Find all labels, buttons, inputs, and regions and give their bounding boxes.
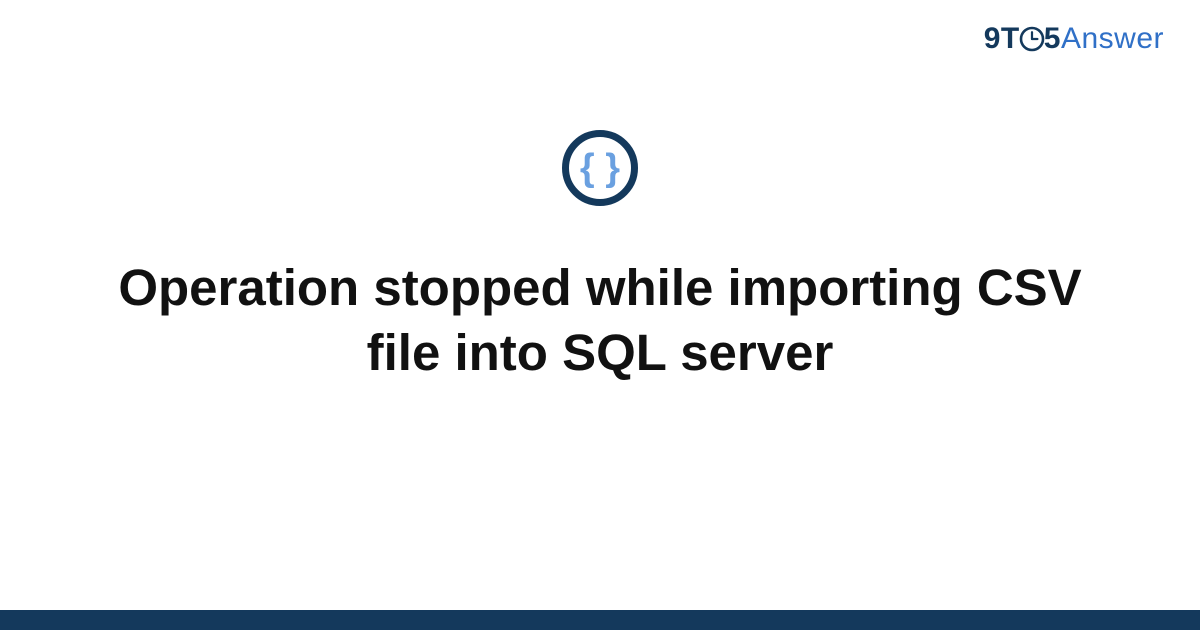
logo-suffix: Answer	[1061, 22, 1164, 55]
svg-text:{ }: { }	[580, 147, 620, 189]
logo-prefix: 9T	[984, 22, 1020, 55]
logo-mid: 5	[1044, 22, 1061, 55]
clock-icon	[1019, 26, 1045, 52]
page-title: Operation stopped while importing CSV fi…	[100, 255, 1100, 386]
code-braces-icon: { }	[561, 129, 639, 207]
site-logo: 9T 5Answer	[984, 22, 1164, 56]
footer-bar	[0, 610, 1200, 630]
